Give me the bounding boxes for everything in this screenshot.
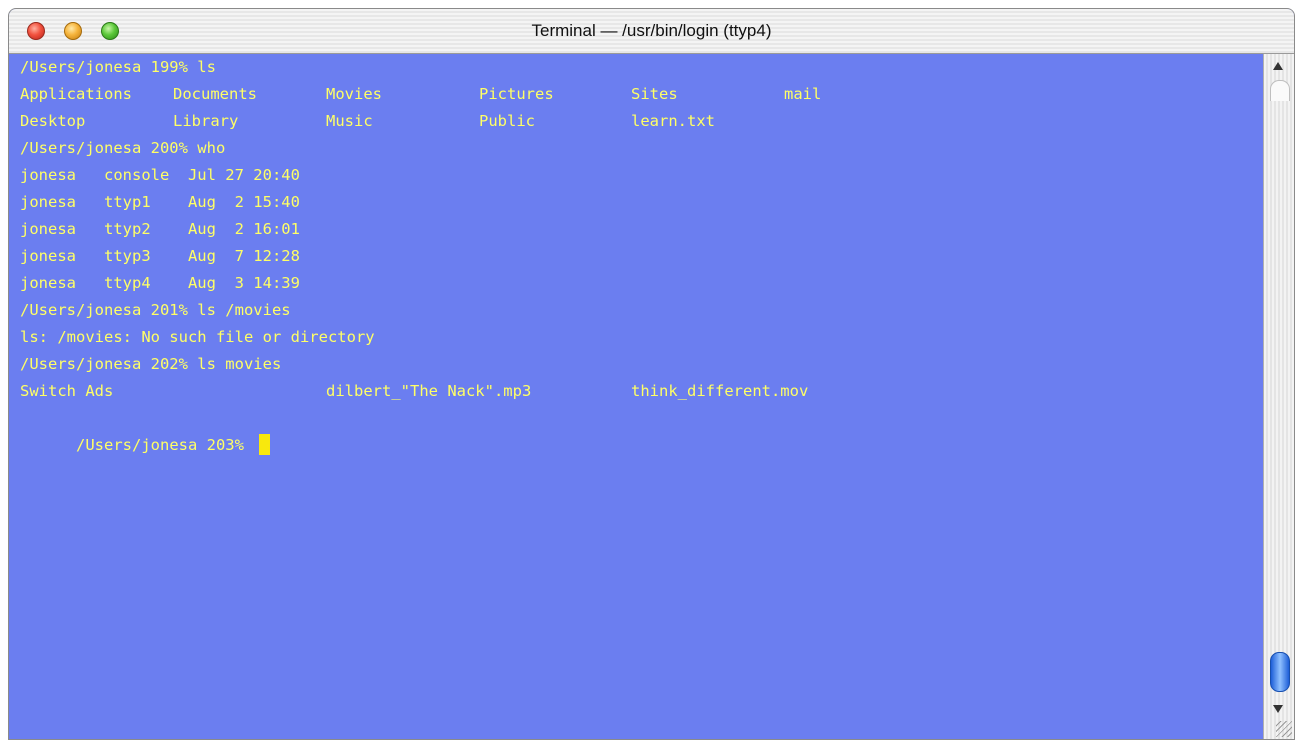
ls-item: learn.txt [631,112,715,130]
terminal-text: ls: /movies: No such file or directory [20,328,375,346]
terminal-line: Desktop Library Music Public learn.txt [20,108,920,135]
terminal-output[interactable]: /Users/jonesa 199% ls Applications Docum… [9,54,1257,739]
ls-item: Public [479,112,535,130]
terminal-text: /Users/jonesa 202% ls movies [20,355,282,373]
ls-item: Desktop [20,112,86,130]
ls-item: Sites [631,85,678,103]
title-bar[interactable]: Terminal — /usr/bin/login (ttyp4) [9,9,1294,54]
terminal-line: /Users/jonesa 201% ls /movies [20,297,291,324]
terminal-window: Terminal — /usr/bin/login (ttyp4) /Users… [8,8,1295,740]
terminal-line: jonesa console Jul 27 20:40 [20,162,300,189]
arrow-down-icon[interactable] [1273,705,1283,713]
ls-item: Music [326,112,373,130]
terminal-text: jonesa ttyp3 Aug 7 12:28 [20,247,300,265]
terminal-text: /Users/jonesa 200% who [20,139,226,157]
scroll-thumb[interactable] [1270,652,1290,692]
terminal-line: jonesa ttyp1 Aug 2 15:40 [20,189,300,216]
terminal-line: /Users/jonesa 200% who [20,135,225,162]
terminal-text: jonesa ttyp4 Aug 3 14:39 [20,274,300,292]
terminal-prompt: /Users/jonesa 203% [76,436,254,454]
terminal-text: jonesa ttyp1 Aug 2 15:40 [20,193,300,211]
resize-grip-icon[interactable] [1276,721,1292,737]
ls-item: Movies [326,85,382,103]
ls-item: think_different.mov [631,382,809,400]
ls-item: dilbert_"The Nack".mp3 [326,382,532,400]
terminal-line: jonesa ttyp4 Aug 3 14:39 [20,270,300,297]
terminal-line: Switch Ads dilbert_"The Nack".mp3 think_… [20,378,920,405]
terminal-prompt-line[interactable]: /Users/jonesa 203% [20,405,271,455]
terminal-line: Applications Documents Movies Pictures S… [20,81,920,108]
terminal-line: jonesa ttyp2 Aug 2 16:01 [20,216,300,243]
window-title: Terminal — /usr/bin/login (ttyp4) [531,21,772,40]
terminal-text: /Users/jonesa 201% ls /movies [20,301,291,319]
vertical-scrollbar[interactable] [1263,54,1294,739]
text-cursor [259,434,271,455]
arrow-up-icon[interactable] [1273,62,1283,70]
terminal-line: /Users/jonesa 202% ls movies [20,351,281,378]
scroll-track-top [1270,80,1290,101]
terminal-line: jonesa ttyp3 Aug 7 12:28 [20,243,300,270]
ls-item: Documents [173,85,257,103]
terminal-text: jonesa console Jul 27 20:40 [20,166,300,184]
ls-item: Library [173,112,239,130]
terminal-line: /Users/jonesa 199% ls [20,54,216,81]
terminal-text: /Users/jonesa 199% ls [20,58,216,76]
terminal-line: ls: /movies: No such file or directory [20,324,375,351]
ls-item: mail [784,85,822,103]
ls-item: Switch Ads [20,382,114,400]
ls-item: Pictures [479,85,554,103]
terminal-text: jonesa ttyp2 Aug 2 16:01 [20,220,300,238]
ls-item: Applications [20,85,132,103]
